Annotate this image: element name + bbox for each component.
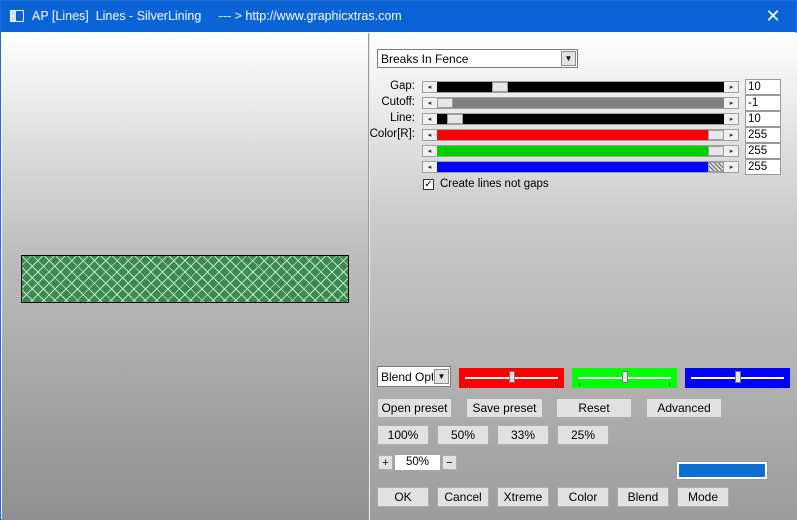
zoom-in-button[interactable]: + xyxy=(378,455,393,470)
slider-track[interactable] xyxy=(437,114,724,124)
arrow-left-icon[interactable]: ◂ xyxy=(423,114,436,124)
arrow-left-icon[interactable]: ◂ xyxy=(423,162,436,172)
create-lines-checkbox[interactable]: ✓ xyxy=(423,179,434,190)
slider-0[interactable]: ◂ ▸ xyxy=(422,81,739,93)
slider-thumb[interactable] xyxy=(447,114,463,124)
slider-value-field[interactable]: 10 xyxy=(745,79,781,95)
slider-value-field[interactable]: -1 xyxy=(745,95,781,111)
arrow-left-icon[interactable]: ◂ xyxy=(423,130,436,140)
slider-thumb[interactable] xyxy=(437,98,453,108)
effect-select-value: Breaks In Fence xyxy=(381,52,469,66)
green-color-slider[interactable] xyxy=(572,368,677,388)
slider-thumb[interactable] xyxy=(708,162,724,172)
slider-tick xyxy=(669,383,670,386)
slider-track[interactable] xyxy=(437,82,724,92)
slider-track[interactable] xyxy=(437,146,724,156)
slider-value-field[interactable]: 10 xyxy=(745,111,781,127)
arrow-right-icon[interactable]: ▸ xyxy=(725,130,738,140)
arrow-left-icon[interactable]: ◂ xyxy=(423,98,436,108)
color-button[interactable]: Color xyxy=(557,487,609,507)
slider-tick xyxy=(579,383,580,386)
blend-options-value: Blend Option xyxy=(381,370,433,384)
slider-tick xyxy=(466,383,467,386)
zoom-out-button[interactable]: − xyxy=(442,455,457,470)
app-icon xyxy=(10,10,24,22)
slider-2[interactable]: ◂ ▸ xyxy=(422,113,739,125)
chevron-down-icon[interactable]: ▼ xyxy=(561,51,576,66)
blend-button[interactable]: Blend xyxy=(617,487,669,507)
preview-image xyxy=(21,255,349,303)
xtreme-button[interactable]: Xtreme xyxy=(497,487,549,507)
red-color-slider[interactable] xyxy=(459,368,564,388)
slider-thumb[interactable] xyxy=(492,82,508,92)
blend-color-bar[interactable] xyxy=(676,461,768,480)
color-slider-thumb[interactable] xyxy=(735,371,741,383)
slider-1[interactable]: ◂ ▸ xyxy=(422,97,739,109)
slider-tick xyxy=(782,383,783,386)
slider-3[interactable]: ◂ ▸ xyxy=(422,129,739,141)
slider-track[interactable] xyxy=(437,98,724,108)
zoom-25-button[interactable]: 25% xyxy=(557,425,609,445)
arrow-right-icon[interactable]: ▸ xyxy=(725,98,738,108)
chevron-down-icon[interactable]: ▼ xyxy=(434,369,449,384)
arrow-right-icon[interactable]: ▸ xyxy=(725,114,738,124)
create-lines-label: Create lines not gaps xyxy=(440,178,549,190)
zoom-33-button[interactable]: 33% xyxy=(497,425,549,445)
title-bar[interactable]: AP [Lines] Lines - SilverLining --- > ht… xyxy=(1,1,796,32)
blend-options-select[interactable]: Blend Option ▼ xyxy=(377,366,451,387)
slider-tick xyxy=(692,383,693,386)
slider-track[interactable] xyxy=(437,130,724,140)
zoom-50-button[interactable]: 50% xyxy=(437,425,489,445)
slider-value-field[interactable]: 255 xyxy=(745,127,781,143)
reset-button[interactable]: Reset xyxy=(556,398,632,418)
arrow-right-icon[interactable]: ▸ xyxy=(725,146,738,156)
slider-value-field[interactable]: 255 xyxy=(745,143,781,159)
slider-label: Color[R]: xyxy=(369,128,415,140)
window-title: AP [Lines] Lines - SilverLining --- > ht… xyxy=(32,9,402,23)
slider-thumb[interactable] xyxy=(708,130,724,140)
preview-area[interactable] xyxy=(2,33,368,520)
ok-button[interactable]: OK xyxy=(377,487,429,507)
slider-value-field[interactable]: 255 xyxy=(745,159,781,175)
mode-button[interactable]: Mode xyxy=(677,487,729,507)
slider-track[interactable] xyxy=(437,162,724,172)
save-preset-button[interactable]: Save preset xyxy=(466,398,543,418)
advanced-button[interactable]: Advanced xyxy=(646,398,722,418)
close-button[interactable]: ✕ xyxy=(750,1,796,32)
zoom-100-button[interactable]: 100% xyxy=(377,425,429,445)
slider-5[interactable]: ◂ ▸ xyxy=(422,161,739,173)
color-slider-thumb[interactable] xyxy=(622,371,628,383)
color-slider-thumb[interactable] xyxy=(509,371,515,383)
slider-4[interactable]: ◂ ▸ xyxy=(422,145,739,157)
cancel-button[interactable]: Cancel xyxy=(437,487,489,507)
arrow-right-icon[interactable]: ▸ xyxy=(725,82,738,92)
slider-label: Line: xyxy=(390,112,415,124)
slider-thumb[interactable] xyxy=(708,146,724,156)
slider-tick xyxy=(556,383,557,386)
arrow-left-icon[interactable]: ◂ xyxy=(423,146,436,156)
plugin-window: AP [Lines] Lines - SilverLining --- > ht… xyxy=(0,0,797,520)
slider-label: Gap: xyxy=(390,80,415,92)
arrow-right-icon[interactable]: ▸ xyxy=(725,162,738,172)
slider-label: Cutoff: xyxy=(381,96,415,108)
blue-color-slider[interactable] xyxy=(685,368,790,388)
zoom-level-field[interactable]: 50% xyxy=(395,455,440,470)
effect-select[interactable]: Breaks In Fence ▼ xyxy=(377,49,578,68)
arrow-left-icon[interactable]: ◂ xyxy=(423,82,436,92)
open-preset-button[interactable]: Open preset xyxy=(377,398,452,418)
